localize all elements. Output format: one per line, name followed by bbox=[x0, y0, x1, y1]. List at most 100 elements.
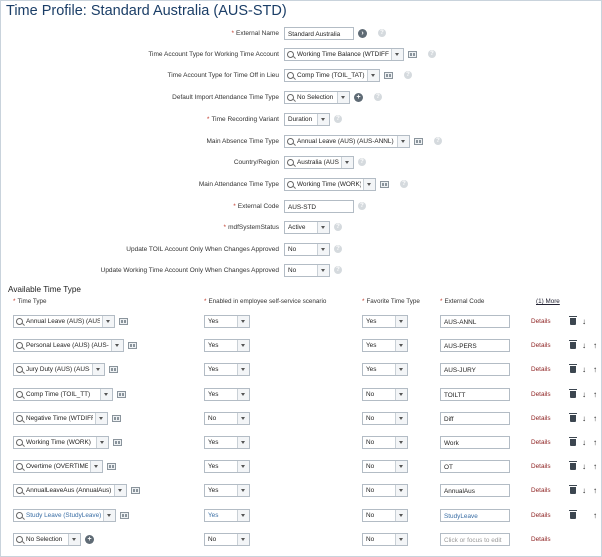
help-icon[interactable]: ? bbox=[404, 71, 412, 79]
chevron-down-icon[interactable] bbox=[237, 364, 249, 376]
chevron-down-icon[interactable] bbox=[96, 437, 108, 448]
help-icon[interactable]: ? bbox=[358, 202, 366, 210]
form-input[interactable]: Standard Australia bbox=[284, 27, 354, 40]
help-icon[interactable]: ? bbox=[434, 137, 442, 145]
chevron-down-icon[interactable] bbox=[114, 485, 126, 497]
form-dropdown[interactable]: Active bbox=[284, 221, 330, 234]
value-help-icon[interactable] bbox=[119, 318, 128, 325]
value-help-icon[interactable] bbox=[131, 487, 140, 495]
chevron-down-icon[interactable] bbox=[103, 509, 115, 521]
details-link[interactable]: Details bbox=[531, 342, 551, 349]
favorite-dropdown[interactable]: Yes bbox=[362, 315, 408, 328]
chevron-down-icon[interactable] bbox=[317, 114, 329, 125]
favorite-dropdown[interactable]: Yes bbox=[362, 363, 408, 377]
chevron-down-icon[interactable] bbox=[391, 49, 403, 60]
chevron-down-icon[interactable] bbox=[395, 412, 407, 424]
external-code-input[interactable]: OT bbox=[440, 460, 510, 474]
chevron-down-icon[interactable] bbox=[317, 244, 329, 255]
arrow-up-icon[interactable]: ↑ bbox=[593, 366, 597, 374]
trash-icon[interactable] bbox=[569, 364, 577, 374]
details-link[interactable]: Details bbox=[531, 318, 551, 325]
value-help-icon[interactable] bbox=[408, 51, 417, 58]
chevron-down-icon[interactable] bbox=[90, 461, 102, 473]
trash-icon[interactable] bbox=[569, 485, 577, 495]
help-icon[interactable]: ? bbox=[334, 245, 342, 253]
chevron-down-icon[interactable] bbox=[92, 364, 104, 376]
trash-icon[interactable] bbox=[569, 509, 577, 519]
form-input[interactable]: AUS-STD bbox=[284, 200, 354, 213]
form-select[interactable]: Annual Leave (AUS) (AUS-ANNL) bbox=[284, 135, 410, 148]
arrow-up-icon[interactable]: ↑ bbox=[593, 342, 597, 350]
value-help-icon[interactable] bbox=[414, 138, 423, 145]
chevron-down-icon[interactable] bbox=[395, 388, 407, 400]
chevron-down-icon[interactable] bbox=[341, 157, 353, 168]
self-service-dropdown[interactable]: Yes bbox=[204, 315, 250, 328]
trash-icon[interactable] bbox=[569, 388, 577, 398]
form-dropdown[interactable]: No bbox=[284, 243, 330, 256]
details-link[interactable]: Details bbox=[531, 415, 551, 422]
favorite-dropdown[interactable]: No bbox=[362, 387, 408, 401]
favorite-dropdown[interactable]: No bbox=[362, 484, 408, 498]
trash-icon[interactable] bbox=[569, 316, 577, 325]
favorite-dropdown[interactable]: No bbox=[362, 436, 408, 449]
value-help-icon[interactable] bbox=[107, 463, 116, 471]
chevron-down-icon[interactable] bbox=[237, 485, 249, 497]
trash-icon[interactable] bbox=[569, 340, 577, 350]
chevron-down-icon[interactable] bbox=[395, 316, 407, 327]
help-icon[interactable]: ? bbox=[334, 115, 342, 123]
arrow-up-icon[interactable]: ↑ bbox=[593, 439, 597, 447]
arrow-down-icon[interactable]: ↓ bbox=[582, 318, 586, 326]
chevron-down-icon[interactable] bbox=[395, 533, 407, 545]
chevron-down-icon[interactable] bbox=[95, 412, 107, 424]
favorite-dropdown[interactable]: No bbox=[362, 411, 408, 425]
value-help-icon[interactable] bbox=[113, 439, 122, 446]
self-service-dropdown[interactable]: Yes bbox=[204, 508, 250, 522]
time-type-select[interactable]: No Selection bbox=[13, 532, 81, 546]
time-type-select[interactable]: Negative Time (WTDIFF) bbox=[13, 411, 108, 425]
time-type-select[interactable]: Overtime (OVERTIME) bbox=[13, 460, 103, 474]
chevron-down-icon[interactable] bbox=[68, 533, 80, 545]
form-select[interactable]: No Selection bbox=[284, 91, 350, 104]
more-columns-link[interactable]: (1) More bbox=[536, 298, 560, 305]
chevron-down-icon[interactable] bbox=[237, 461, 249, 473]
chevron-down-icon[interactable] bbox=[102, 316, 114, 327]
chevron-down-icon[interactable] bbox=[237, 316, 249, 327]
arrow-up-icon[interactable]: ↑ bbox=[593, 390, 597, 399]
value-help-icon[interactable] bbox=[109, 366, 118, 374]
time-type-select[interactable]: AnnualLeaveAus (AnnualAus) bbox=[13, 484, 127, 498]
external-code-input[interactable]: AnnualAus bbox=[440, 484, 510, 498]
arrow-down-icon[interactable]: ↓ bbox=[582, 390, 586, 399]
favorite-dropdown[interactable]: Yes bbox=[362, 339, 408, 353]
chevron-down-icon[interactable] bbox=[317, 265, 329, 276]
form-dropdown[interactable]: No bbox=[284, 264, 330, 277]
arrow-down-icon[interactable]: ↓ bbox=[582, 487, 586, 495]
chevron-down-icon[interactable] bbox=[237, 412, 249, 424]
external-code-input[interactable]: AUS-PERS bbox=[440, 339, 510, 353]
value-help-icon[interactable] bbox=[380, 181, 389, 188]
arrow-up-icon[interactable]: ↑ bbox=[593, 414, 597, 423]
chevron-down-icon[interactable] bbox=[111, 340, 123, 352]
help-icon[interactable]: ? bbox=[334, 266, 342, 274]
chevron-down-icon[interactable] bbox=[395, 509, 407, 521]
form-select[interactable]: Comp Time (TOIL_TAT) bbox=[284, 69, 380, 82]
trash-icon[interactable] bbox=[569, 412, 577, 422]
self-service-dropdown[interactable]: Yes bbox=[204, 484, 250, 498]
favorite-dropdown[interactable]: No bbox=[362, 508, 408, 522]
chevron-down-icon[interactable] bbox=[395, 485, 407, 497]
form-dropdown[interactable]: Duration bbox=[284, 113, 330, 126]
self-service-dropdown[interactable]: Yes bbox=[204, 436, 250, 449]
time-type-select[interactable]: Jury Duty (AUS) (AUS-JURY) bbox=[13, 363, 105, 377]
external-code-input[interactable]: Work bbox=[440, 436, 510, 449]
arrow-down-icon[interactable]: ↓ bbox=[582, 414, 586, 423]
details-link[interactable]: Details bbox=[531, 512, 551, 519]
time-type-select[interactable]: Comp Time (TOIL_TT) bbox=[13, 387, 113, 401]
chevron-down-icon[interactable] bbox=[395, 364, 407, 376]
chevron-down-icon[interactable] bbox=[237, 437, 249, 448]
arrow-up-icon[interactable]: ↑ bbox=[593, 511, 597, 520]
details-link[interactable]: Details bbox=[531, 366, 551, 373]
chevron-down-icon[interactable] bbox=[395, 340, 407, 352]
favorite-dropdown[interactable]: No bbox=[362, 460, 408, 474]
arrow-down-icon[interactable]: ↓ bbox=[582, 463, 586, 471]
self-service-dropdown[interactable]: Yes bbox=[204, 339, 250, 353]
favorite-dropdown[interactable]: No bbox=[362, 532, 408, 546]
